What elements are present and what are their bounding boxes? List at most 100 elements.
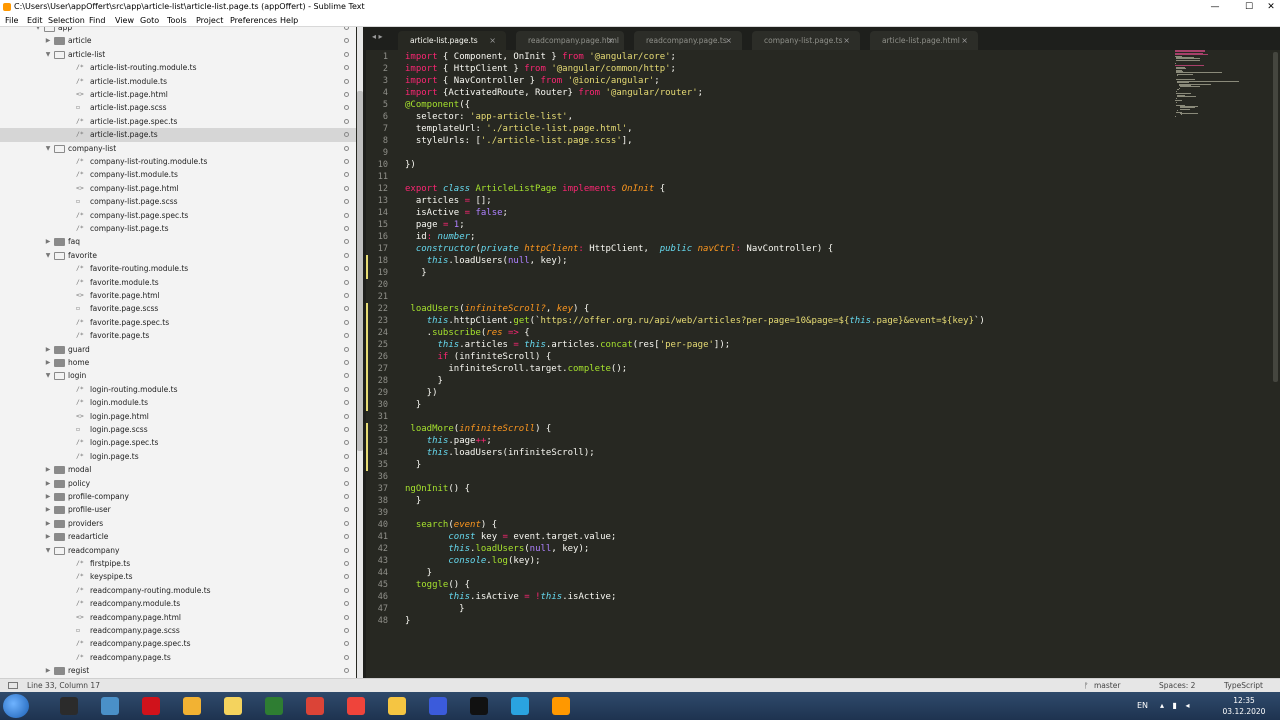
file-tree-file[interactable]: /* keyspipe.ts [0, 570, 356, 583]
minimize-button[interactable]: — [1198, 0, 1232, 14]
chevron-down-icon[interactable]: ▼ [44, 48, 52, 61]
status-circle-icon[interactable] [344, 520, 349, 526]
status-circle-icon[interactable] [344, 333, 349, 339]
code-line[interactable]: 13 articles = []; [366, 195, 1266, 207]
chevron-down-icon[interactable]: ▼ [44, 249, 52, 262]
file-tree-file[interactable]: <> company-list.page.html [0, 182, 356, 195]
file-tree-file[interactable]: /* readcompany.page.ts [0, 651, 356, 664]
code-line[interactable]: 9 [366, 147, 1266, 159]
code-line[interactable]: 22 loadUsers(infiniteScroll?, key) { [366, 303, 1266, 315]
status-circle-icon[interactable] [344, 614, 349, 620]
status-circle-icon[interactable] [344, 51, 349, 57]
status-circle-icon[interactable] [344, 266, 349, 272]
chevron-right-icon[interactable]: ▶ [44, 463, 52, 476]
menu-preferences[interactable]: Preferences [230, 14, 277, 27]
status-circle-icon[interactable] [344, 199, 349, 205]
status-circle-icon[interactable] [344, 480, 349, 486]
code-line[interactable]: 14 isActive = false; [366, 207, 1266, 219]
file-tree-file[interactable]: ▭ article-list.page.scss [0, 101, 356, 114]
file-tree-file[interactable]: ▭ favorite.page.scss [0, 302, 356, 315]
code-line[interactable]: 41 const key = event.target.value; [366, 531, 1266, 543]
indentation-setting[interactable]: Spaces: 2 [1159, 679, 1195, 693]
status-circle-icon[interactable] [344, 668, 349, 674]
chevron-right-icon[interactable]: ▶ [44, 490, 52, 503]
editor-tab[interactable]: readcompany.page.ts × [634, 31, 742, 50]
status-circle-icon[interactable] [344, 105, 349, 111]
tab-close-icon[interactable]: × [843, 31, 850, 50]
menu-view[interactable]: View [115, 14, 134, 27]
status-circle-icon[interactable] [344, 226, 349, 231]
code-line[interactable]: 24 .subscribe(res => { [366, 327, 1266, 339]
chevron-down-icon[interactable]: ▼ [34, 27, 42, 34]
file-tree-file[interactable]: /* readcompany-routing.module.ts [0, 584, 356, 597]
chevron-right-icon[interactable]: ▶ [44, 477, 52, 490]
file-tree-folder[interactable]: ▶ article [0, 34, 356, 47]
status-circle-icon[interactable] [344, 413, 349, 419]
status-circle-icon[interactable] [344, 159, 349, 164]
code-line[interactable]: 44 } [366, 567, 1266, 579]
minimap[interactable] [1175, 50, 1270, 120]
chevron-right-icon[interactable]: ▶ [44, 34, 52, 47]
code-line[interactable]: 4 import {ActivatedRoute, Router} from '@… [366, 87, 1266, 99]
chevron-right-icon[interactable]: ▶ [44, 503, 52, 516]
file-tree-file[interactable]: /* article-list.page.ts [0, 128, 356, 142]
code-line[interactable]: 33 this.page++; [366, 435, 1266, 447]
code-line[interactable]: 42 this.loadUsers(null, key); [366, 543, 1266, 555]
taskbar-button[interactable] [257, 695, 291, 717]
code-line[interactable]: 48} [366, 615, 1266, 627]
status-circle-icon[interactable] [344, 27, 349, 30]
status-circle-icon[interactable] [344, 78, 349, 84]
file-tree-file[interactable]: /* company-list.page.ts [0, 222, 356, 235]
file-tree-file[interactable]: /* readcompany.page.spec.ts [0, 637, 356, 650]
code-line[interactable]: 47 } [366, 603, 1266, 615]
code-line[interactable]: 16 id: number; [366, 231, 1266, 243]
code-line[interactable]: 36 [366, 471, 1266, 483]
menu-tools[interactable]: Tools [167, 14, 187, 27]
chevron-right-icon[interactable]: ▶ [44, 235, 52, 248]
status-circle-icon[interactable] [344, 427, 349, 432]
code-line[interactable]: 21 [366, 291, 1266, 303]
file-tree-file[interactable]: /* login-routing.module.ts [0, 383, 356, 396]
git-branch[interactable]: master [1094, 679, 1120, 693]
menu-find[interactable]: Find [89, 14, 105, 27]
status-circle-icon[interactable] [344, 641, 349, 647]
file-tree-folder[interactable]: ▶ faq [0, 235, 356, 248]
code-line[interactable]: 7 templateUrl: './article-list.page.html… [366, 123, 1266, 135]
code-line[interactable]: 27 infiniteScroll.target.complete(); [366, 363, 1266, 375]
status-circle-icon[interactable] [344, 132, 349, 138]
code-line[interactable]: 34 this.loadUsers(infiniteScroll); [366, 447, 1266, 459]
status-circle-icon[interactable] [344, 306, 349, 312]
status-circle-icon[interactable] [344, 601, 349, 607]
file-tree-folder[interactable]: ▶ profile-company [0, 490, 356, 503]
code-line[interactable]: 46 this.isActive = !this.isActive; [366, 591, 1266, 603]
code-line[interactable]: 43 console.log(key); [366, 555, 1266, 567]
status-circle-icon[interactable] [344, 400, 349, 406]
file-tree-file[interactable]: /* favorite.page.ts [0, 329, 356, 342]
status-circle-icon[interactable] [344, 38, 349, 44]
tab-close-icon[interactable]: × [725, 31, 732, 50]
code-line[interactable]: 35 } [366, 459, 1266, 471]
code-line[interactable]: 39 [366, 507, 1266, 519]
taskbar-button[interactable] [175, 695, 209, 717]
file-tree-file[interactable]: /* login.page.ts [0, 450, 356, 463]
code-line[interactable]: 32 loadMore(infiniteScroll) { [366, 423, 1266, 435]
maximize-button[interactable]: ☐ [1232, 0, 1266, 14]
status-circle-icon[interactable] [344, 252, 349, 258]
code-line[interactable]: 31 [366, 411, 1266, 423]
file-tree-file[interactable]: ▭ company-list.page.scss [0, 195, 356, 208]
chevron-right-icon[interactable]: ▶ [44, 517, 52, 530]
file-tree-file[interactable]: /* firstpipe.ts [0, 557, 356, 570]
file-tree-folder[interactable]: ▼ article-list [0, 48, 356, 61]
code-line[interactable]: 3 import { NavController } from '@ionic/a… [366, 75, 1266, 87]
tab-nav-arrows[interactable]: ◂ ▸ [372, 32, 383, 41]
file-tree-file[interactable]: /* article-list-routing.module.ts [0, 61, 356, 74]
status-circle-icon[interactable] [344, 440, 349, 446]
taskbar-button[interactable] [52, 695, 86, 717]
status-circle-icon[interactable] [344, 65, 349, 71]
file-tree-folder[interactable]: ▼ company-list [0, 142, 356, 155]
start-button[interactable] [3, 694, 29, 718]
status-circle-icon[interactable] [344, 185, 349, 191]
file-tree-folder[interactable]: ▼ app [0, 27, 356, 34]
code-line[interactable]: 30 } [366, 399, 1266, 411]
status-circle-icon[interactable] [344, 346, 349, 352]
